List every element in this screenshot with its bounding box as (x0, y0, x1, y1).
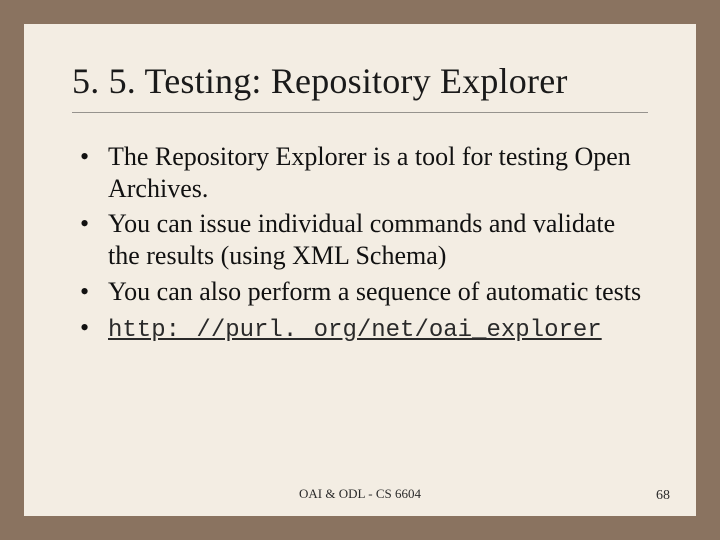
bullet-list: The Repository Explorer is a tool for te… (72, 141, 648, 345)
footer-text: OAI & ODL - CS 6604 (24, 486, 696, 502)
slide: 5. 5. Testing: Repository Explorer The R… (24, 24, 696, 516)
link-text[interactable]: http: //purl. org/net/oai_explorer (108, 317, 602, 344)
list-item: The Repository Explorer is a tool for te… (72, 141, 648, 204)
list-item: http: //purl. org/net/oai_explorer (72, 312, 648, 345)
list-item: You can also perform a sequence of autom… (72, 276, 648, 308)
page-number: 68 (656, 488, 670, 504)
slide-title: 5. 5. Testing: Repository Explorer (72, 60, 648, 102)
list-item: You can issue individual commands and va… (72, 208, 648, 271)
divider (72, 112, 648, 113)
